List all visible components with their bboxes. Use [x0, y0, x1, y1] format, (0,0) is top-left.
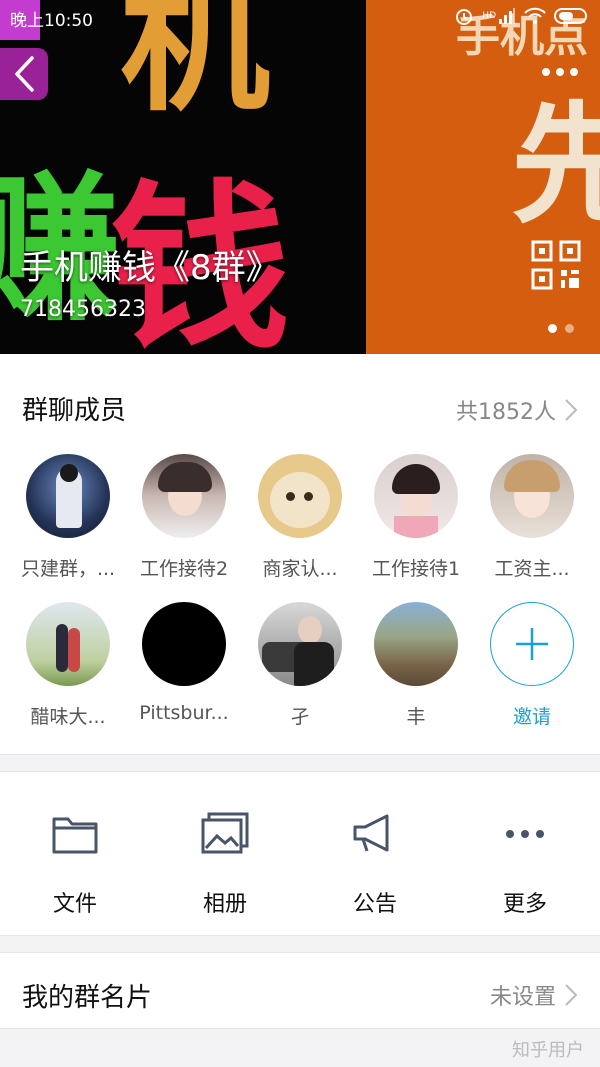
more-button[interactable]: 更多: [450, 812, 600, 918]
member-item[interactable]: 工资主...: [474, 454, 590, 581]
files-button[interactable]: 文件: [0, 812, 150, 918]
banner-image-right: 手机点 先: [366, 0, 600, 354]
status-time: 晚上10:50: [10, 11, 93, 31]
members-count: 共1852人: [456, 400, 556, 425]
section-divider: [0, 754, 600, 772]
member-name: 醋味大...: [30, 706, 106, 728]
chevron-right-icon: [565, 984, 578, 1006]
signal-icon: [499, 8, 515, 24]
banner-pager: [548, 324, 574, 333]
megaphone-icon: [353, 814, 389, 852]
album-button[interactable]: 相册: [150, 812, 300, 918]
invite-button[interactable]: 邀请: [474, 602, 590, 729]
folder-icon: [52, 817, 98, 854]
hd-badge: HD: [482, 11, 496, 21]
member-name: 丰: [406, 706, 426, 728]
wifi-icon: [524, 7, 546, 24]
back-button[interactable]: [0, 48, 48, 100]
avatar: [490, 454, 574, 538]
avatar: [374, 454, 458, 538]
group-card-title: 我的群名片: [22, 983, 153, 1013]
chevron-right-icon: [565, 399, 578, 421]
member-item[interactable]: 丰: [358, 602, 474, 729]
member-name: 孑: [290, 706, 310, 728]
action-label: 公告: [352, 892, 397, 917]
more-icon: [506, 830, 544, 838]
avatar: [258, 602, 342, 686]
avatar: [142, 454, 226, 538]
member-name: 商家认...: [262, 558, 338, 580]
member-name: 工资主...: [494, 558, 570, 580]
members-title: 群聊成员: [22, 396, 127, 426]
action-label: 更多: [502, 892, 547, 917]
member-item[interactable]: 孑: [242, 602, 358, 729]
announcement-button[interactable]: 公告: [300, 812, 450, 918]
members-count-link[interactable]: 共1852人: [456, 394, 578, 426]
avatar: [26, 454, 110, 538]
invite-label: 邀请: [512, 706, 551, 728]
avatar: [142, 602, 226, 686]
member-name: 工作接待2: [139, 558, 229, 580]
pager-dot: [548, 324, 557, 333]
avatar: [26, 602, 110, 686]
member-name: Pittsbur...: [139, 702, 229, 724]
group-name: 手机赚钱《8群》: [20, 248, 280, 288]
member-item[interactable]: 只建群，...: [10, 454, 126, 581]
pager-dot: [565, 324, 574, 333]
battery-icon: [554, 8, 587, 24]
member-item[interactable]: Pittsbur...: [126, 602, 242, 724]
qr-code-icon[interactable]: [531, 240, 581, 290]
alarm-icon: [456, 9, 473, 25]
quick-actions: 文件 相册 公告 更多: [0, 772, 600, 935]
chevron-left-icon: [15, 56, 34, 92]
section-divider: [0, 935, 600, 953]
member-name: 只建群，...: [20, 558, 116, 580]
member-name: 工作接待1: [371, 558, 461, 580]
plus-icon: [516, 628, 548, 660]
watermark: 知乎用户: [512, 1040, 584, 1061]
action-label: 相册: [202, 892, 247, 917]
member-item[interactable]: 醋味大...: [10, 602, 126, 729]
member-item[interactable]: 工作接待2: [126, 454, 242, 581]
avatar: [258, 454, 342, 538]
my-group-card-row[interactable]: 我的群名片 未设置: [0, 953, 600, 1029]
group-card-value: 未设置: [489, 985, 556, 1010]
photo-album-icon: [201, 812, 249, 854]
member-item[interactable]: 商家认...: [242, 454, 358, 581]
group-id: 718456323: [20, 297, 146, 322]
status-bar: 晚上10:50 HD: [0, 0, 600, 34]
action-label: 文件: [52, 892, 97, 917]
group-banner[interactable]: 机 赚 钱 手机点 先 晚上10:50 HD 手机赚钱《8群》 71845632…: [0, 0, 600, 354]
member-item[interactable]: 工作接待1: [358, 454, 474, 581]
members-section: 群聊成员 共1852人 只建群，... 工作接待2 商家认... 工作接待1 工…: [0, 354, 600, 754]
avatar: [374, 602, 458, 686]
more-options-icon[interactable]: [542, 68, 578, 76]
